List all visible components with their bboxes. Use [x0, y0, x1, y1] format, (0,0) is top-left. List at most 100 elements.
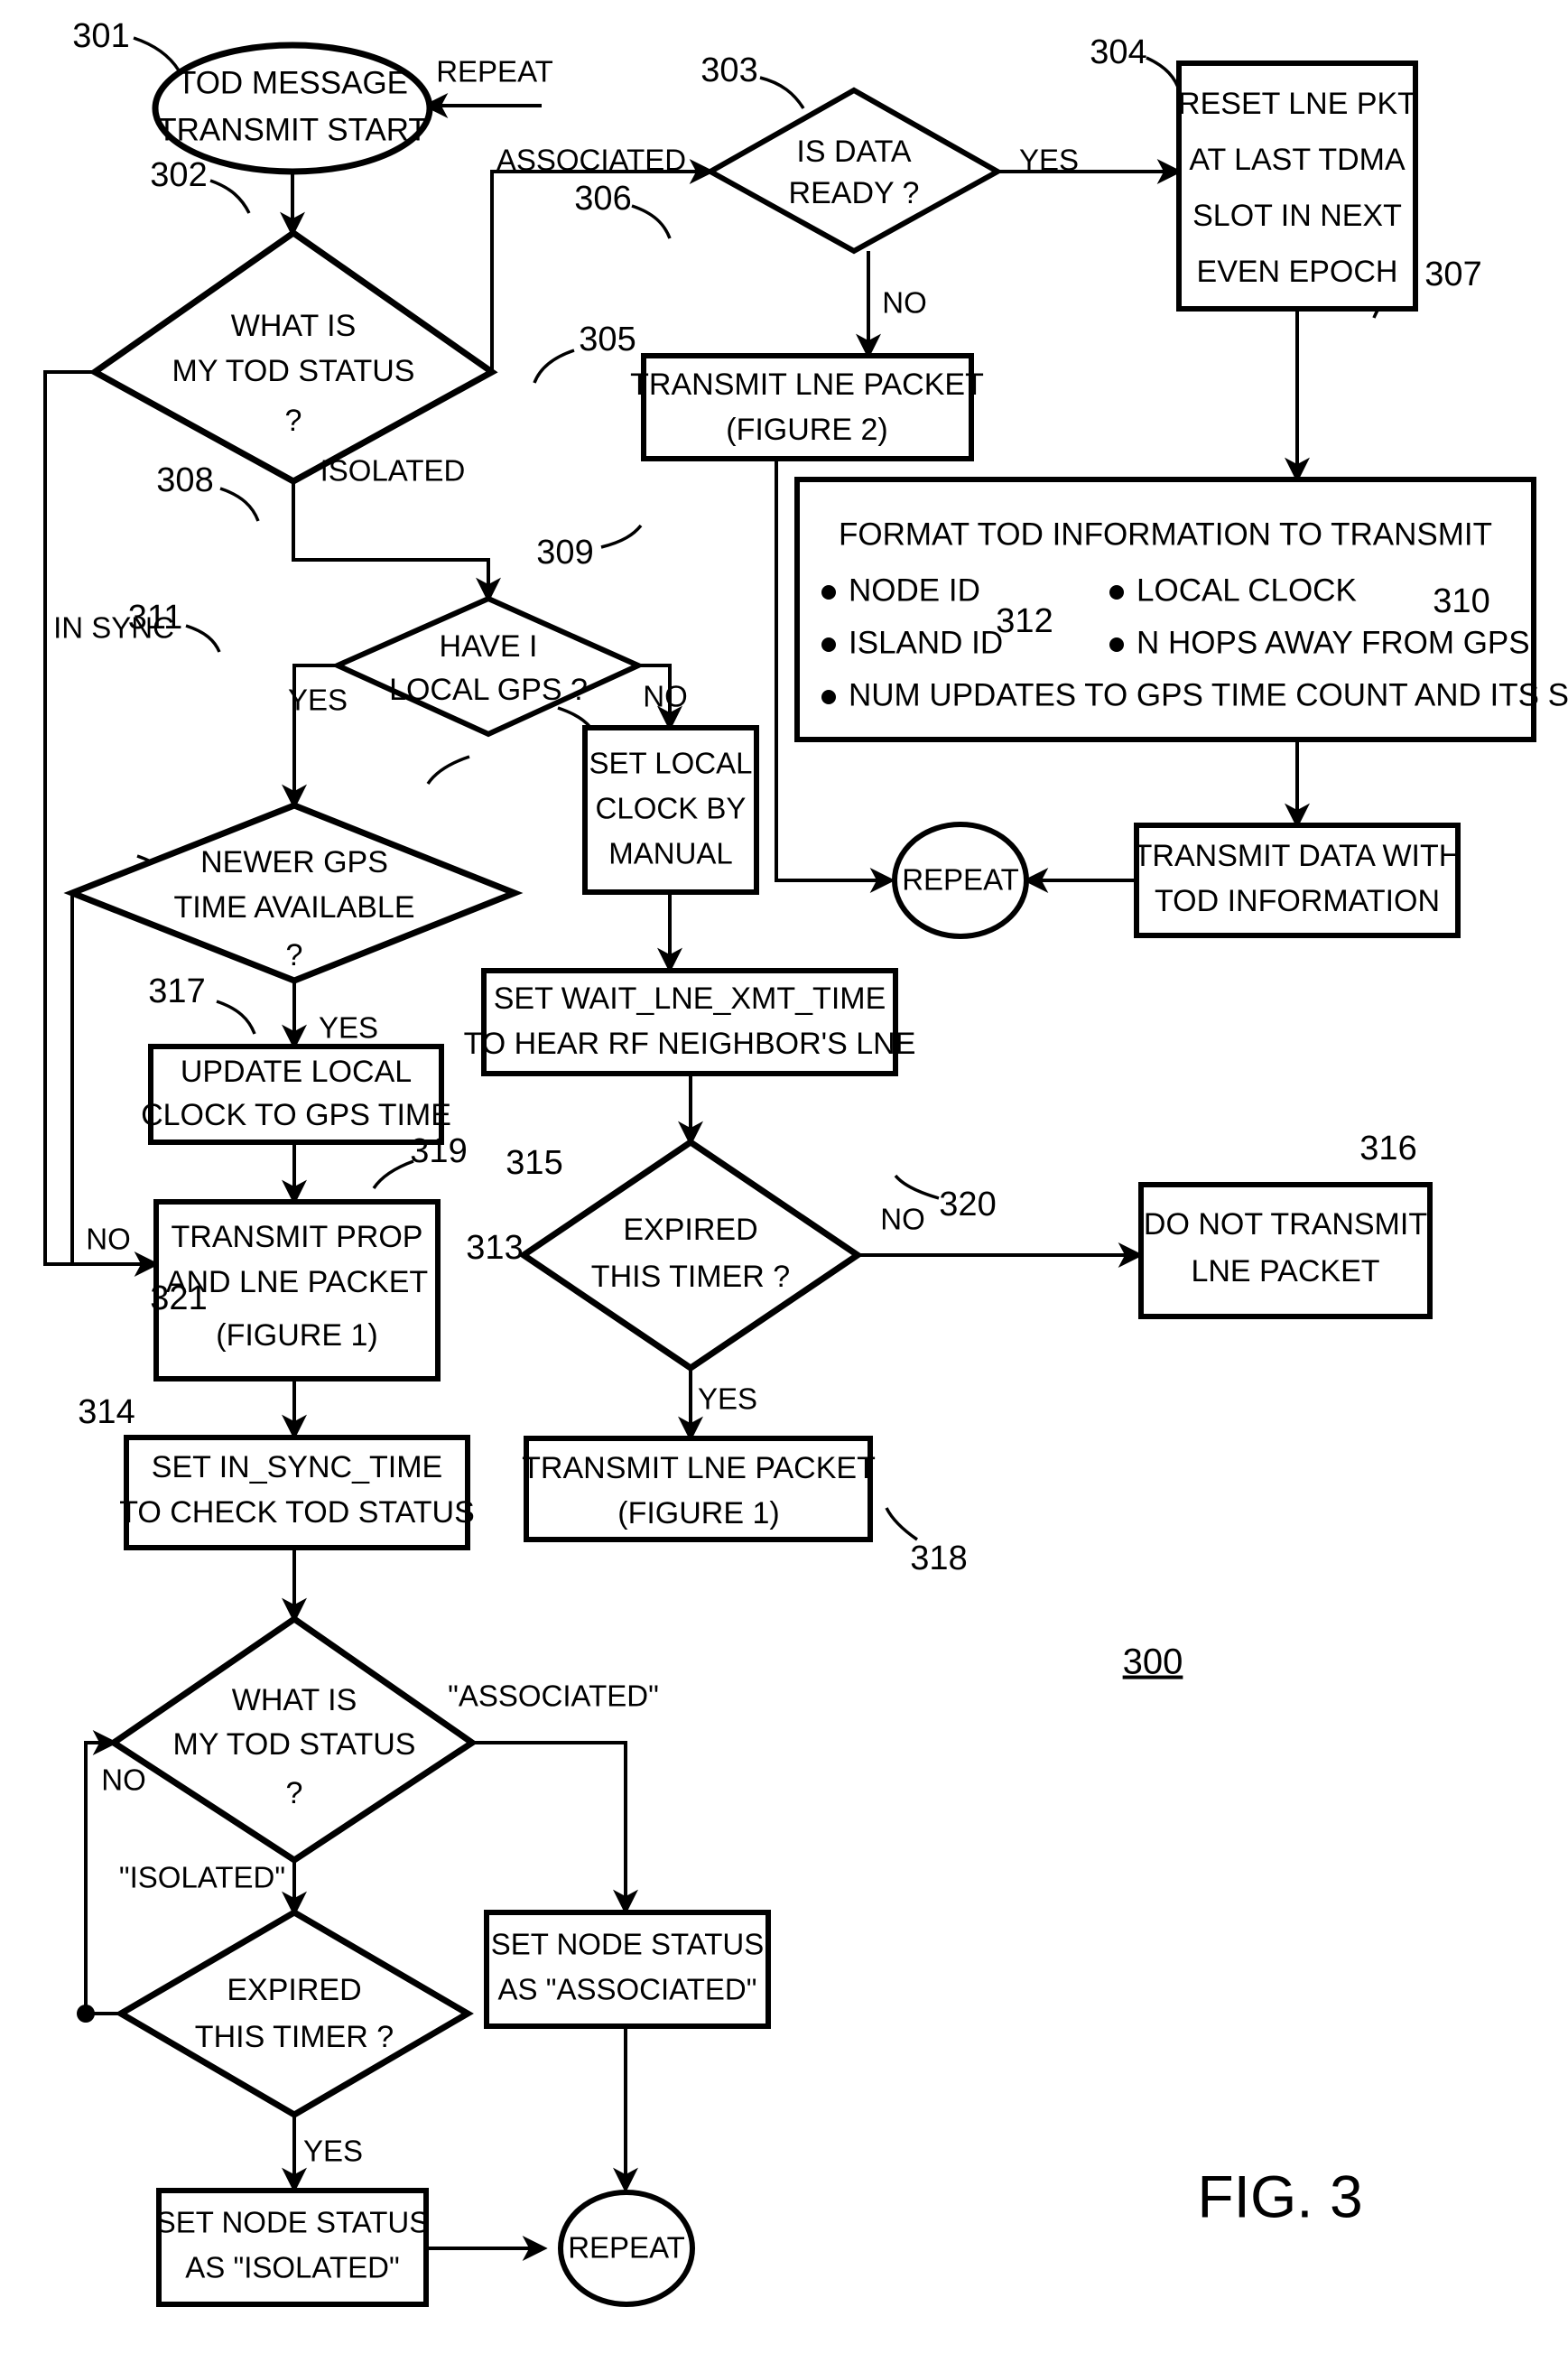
ref-num-318: 318 — [910, 1540, 967, 1577]
edge-label-associated-317: "ASSOCIATED" — [448, 1679, 659, 1713]
node-316-do-not-transmit-lne-packet[interactable]: DO NOT TRANSMIT LNE PACKET — [1138, 1182, 1433, 1319]
node-317-what-is-my-tod-status-2[interactable]: WHAT IS MY TOD STATUS ? — [107, 1614, 478, 1865]
node-301-line-2: TRANSMIT START — [157, 112, 427, 147]
node-320-set-node-status-associated[interactable]: SET NODE STATUS AS "ASSOCIATED" — [484, 1910, 771, 2029]
ref-num-302: 302 — [150, 156, 207, 194]
bullet-icon — [1109, 585, 1124, 600]
ref-num-319: 319 — [410, 1132, 467, 1170]
node-302-line-2: MY TOD STATUS — [172, 354, 415, 388]
node-307-bullet-left-2: ISLAND ID — [849, 625, 1003, 660]
node-305-line-1: HAVE I — [440, 629, 538, 664]
ref-num-304: 304 — [1090, 33, 1146, 71]
ref-num-321: 321 — [150, 1279, 207, 1317]
node-319-expired-this-timer-2[interactable]: EXPIRED THIS TIMER ? — [115, 1908, 474, 2119]
patent-flowchart-figure: TOD MESSAGE TRANSMIT START 301 WHAT IS M… — [0, 0, 1568, 2363]
node-310-line-1: TRANSMIT DATA WITH — [1134, 839, 1461, 873]
node-307-title: FORMAT TOD INFORMATION TO TRANSMIT — [839, 516, 1492, 552]
node-309-line-1: SET LOCAL — [589, 747, 753, 780]
node-308-newer-gps-time-available[interactable]: NEWER GPS TIME AVAILABLE ? — [63, 802, 524, 984]
node-307-bullet-right-2: N HOPS AWAY FROM GPS — [1137, 625, 1530, 660]
node-315-line-2: THIS TIMER ? — [591, 1260, 790, 1294]
ref-num-320: 320 — [939, 1186, 996, 1223]
node-314-set-in-sync-time[interactable]: SET IN_SYNC_TIME TO CHECK TOD STATUS — [119, 1435, 475, 1550]
node-repeat-mid-connector[interactable]: REPEAT — [892, 822, 1029, 939]
node-308-line-1: NEWER GPS — [200, 845, 388, 879]
node-309-line-2: CLOCK BY — [596, 792, 747, 825]
node-repeat-bottom-connector[interactable]: REPEAT — [558, 2190, 695, 2307]
node-305-line-2: LOCAL GPS ? — [389, 673, 588, 707]
node-304-line-2: AT LAST TDMA — [1189, 143, 1406, 177]
node-313-line-1: TRANSMIT PROP — [172, 1220, 423, 1254]
node-305-have-i-local-gps[interactable]: HAVE I LOCAL GPS ? — [330, 595, 645, 738]
ref-num-309: 309 — [536, 534, 593, 572]
node-304-line-1: RESET LNE PKT — [1178, 87, 1416, 121]
node-317-line-3: ? — [286, 1776, 303, 1810]
node-311-update-local-clock-to-gps-time[interactable]: UPDATE LOCAL CLOCK TO GPS TIME — [141, 1044, 451, 1145]
ref-num-316: 316 — [1359, 1130, 1416, 1168]
figure-label: FIG. 3 — [1197, 2163, 1362, 2229]
edge-label-no-315: NO — [880, 1203, 925, 1236]
assembly-ref-300: 300 — [1123, 1642, 1183, 1682]
ref-num-310: 310 — [1433, 582, 1489, 620]
bullet-icon — [821, 585, 836, 600]
node-302-what-is-my-tod-status[interactable]: WHAT IS MY TOD STATUS ? — [88, 228, 498, 485]
bullet-icon — [1109, 637, 1124, 652]
node-306-transmit-lne-packet-fig2[interactable]: TRANSMIT LNE PACKET (FIGURE 2) — [630, 353, 984, 461]
ref-num-305: 305 — [579, 321, 636, 358]
ref-num-307: 307 — [1424, 256, 1481, 293]
node-321-set-node-status-isolated[interactable]: SET NODE STATUS AS "ISOLATED" — [156, 2188, 430, 2307]
node-306-line-2: (FIGURE 2) — [726, 413, 887, 447]
node-310-transmit-data-with-tod-info[interactable]: TRANSMIT DATA WITH TOD INFORMATION — [1134, 823, 1461, 938]
flow-nodes-layer: TOD MESSAGE TRANSMIT START 301 WHAT IS M… — [53, 17, 1568, 2307]
node-303-line-2: READY ? — [789, 176, 920, 210]
edge-label-no-303: NO — [882, 286, 927, 320]
node-315-expired-this-timer[interactable]: EXPIRED THIS TIMER ? — [517, 1138, 864, 1372]
node-312-line-1: SET WAIT_LNE_XMT_TIME — [494, 981, 886, 1016]
node-304-reset-lne-pkt[interactable]: RESET LNE PKT AT LAST TDMA SLOT IN NEXT … — [1176, 60, 1418, 312]
node-304-line-3: SLOT IN NEXT — [1192, 199, 1402, 233]
node-317-line-2: MY TOD STATUS — [173, 1727, 416, 1762]
node-320-line-1: SET NODE STATUS — [491, 1928, 765, 1961]
edge-label-yes-303: YES — [1019, 144, 1079, 177]
edge-label-isolated-302: ISOLATED — [320, 454, 466, 488]
node-316-line-2: LNE PACKET — [1191, 1254, 1379, 1288]
node-307-bullet-left-1: NODE ID — [849, 572, 980, 608]
ref-num-315: 315 — [506, 1144, 562, 1182]
node-307-bullet-full-1: NUM UPDATES TO GPS TIME COUNT AND ITS SI… — [849, 677, 1568, 712]
node-315-line-1: EXPIRED — [623, 1213, 757, 1247]
node-repeat-bottom-label: REPEAT — [568, 2231, 685, 2265]
edge-label-no-308: NO — [86, 1223, 131, 1256]
node-319-line-2: THIS TIMER ? — [195, 2020, 394, 2054]
node-307-bullet-right-1: LOCAL CLOCK — [1137, 572, 1357, 608]
node-314-line-2: TO CHECK TOD STATUS — [119, 1495, 475, 1530]
node-309-set-local-clock-by-manual[interactable]: SET LOCAL CLOCK BY MANUAL — [582, 725, 759, 895]
edge-label-associated-302: ASSOCIATED — [496, 144, 686, 177]
node-318-transmit-lne-packet-fig1[interactable]: TRANSMIT LNE PACKET (FIGURE 1) — [522, 1436, 876, 1542]
node-320-line-2: AS "ASSOCIATED" — [498, 1973, 757, 2006]
node-317-line-1: WHAT IS — [232, 1683, 357, 1717]
node-316-line-1: DO NOT TRANSMIT — [1144, 1207, 1427, 1242]
node-313-line-3: (FIGURE 1) — [216, 1318, 377, 1353]
node-303-is-data-ready[interactable]: IS DATA READY ? — [704, 87, 1004, 255]
node-312-set-wait-lne-xmt-time[interactable]: SET WAIT_LNE_XMT_TIME TO HEAR RF NEIGHBO… — [464, 968, 916, 1076]
node-308-line-2: TIME AVAILABLE — [173, 890, 414, 925]
node-301-tod-message-transmit-start[interactable]: TOD MESSAGE TRANSMIT START — [152, 42, 433, 175]
node-318-line-1: TRANSMIT LNE PACKET — [522, 1451, 876, 1485]
edge-label-yes-308: YES — [319, 1011, 378, 1045]
node-312-line-2: TO HEAR RF NEIGHBOR'S LNE — [464, 1027, 916, 1061]
bullet-icon — [821, 637, 836, 652]
edge-label-no-317: NO — [101, 1763, 146, 1797]
edge-label-no-305: NO — [643, 680, 688, 713]
edge-label-yes-305: YES — [288, 684, 348, 717]
ref-num-317: 317 — [148, 972, 205, 1010]
node-301-line-1: TOD MESSAGE — [177, 65, 408, 100]
ref-num-306: 306 — [574, 180, 631, 218]
node-306-line-1: TRANSMIT LNE PACKET — [630, 367, 984, 402]
node-repeat-mid-label: REPEAT — [902, 863, 1019, 897]
edge-label-yes-319: YES — [303, 2135, 363, 2168]
ref-num-313: 313 — [466, 1229, 523, 1267]
node-321-line-1: SET NODE STATUS — [156, 2206, 430, 2239]
edge-label-in-sync-302: IN SYNC — [53, 611, 174, 645]
node-311-line-2: CLOCK TO GPS TIME — [141, 1098, 451, 1132]
node-309-line-3: MANUAL — [608, 837, 733, 870]
